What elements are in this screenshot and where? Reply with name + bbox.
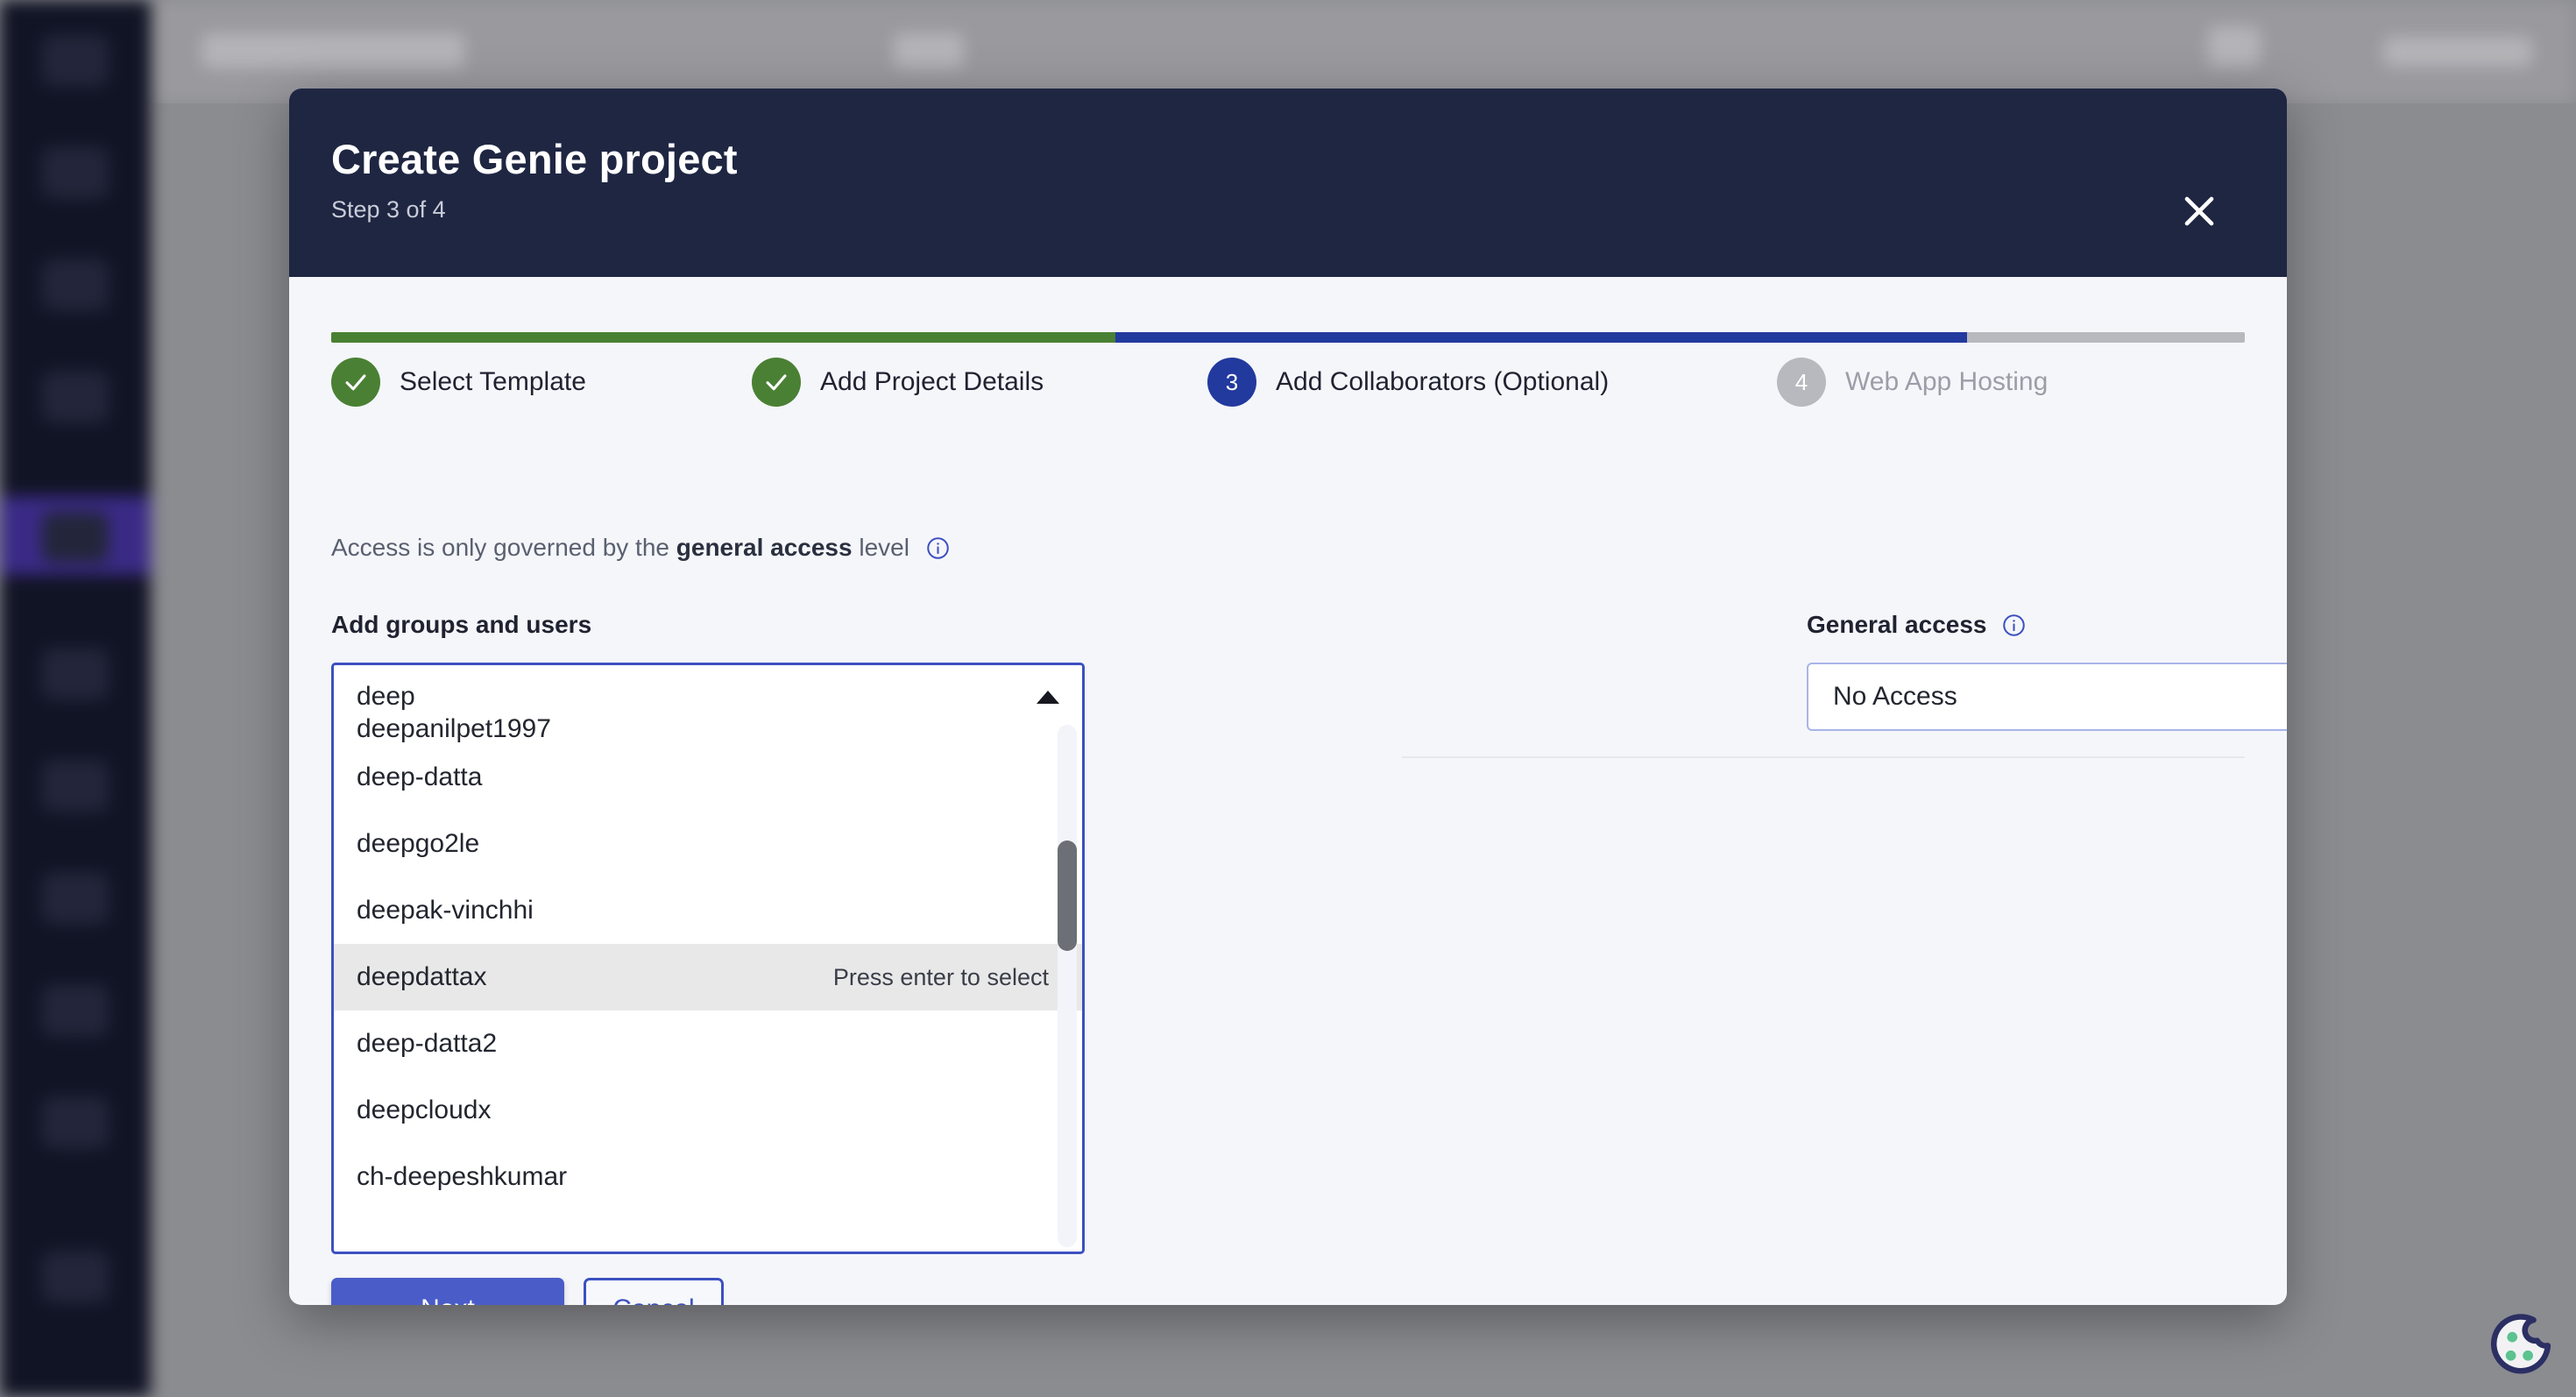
cancel-button[interactable]: Cancel <box>584 1278 724 1305</box>
close-icon <box>2175 187 2224 236</box>
create-genie-project-modal: Create Genie project Step 3 of 4 Select … <box>289 89 2287 1305</box>
step-number-badge: 3 <box>1207 358 1256 407</box>
dropdown-option[interactable]: deepdattax Press enter to select <box>334 944 1082 1011</box>
dropdown-option-label: deepcloudx <box>357 1096 492 1124</box>
dropdown-option[interactable]: deepgo2le <box>334 811 1082 877</box>
stepper-step-label: Add Collaborators (Optional) <box>1276 367 1610 396</box>
background-sidebar-icon <box>42 985 109 1036</box>
general-access-select[interactable]: No Access <box>1807 663 2287 731</box>
general-access-label-row: General access <box>1807 607 2287 642</box>
background-sidebar-icon <box>42 259 109 310</box>
background-sidebar-icon <box>42 761 109 812</box>
section-divider <box>1402 756 2245 758</box>
stepper-step-1[interactable]: Select Template <box>331 358 752 407</box>
background-sidebar-icon <box>42 873 109 924</box>
add-collaborators-field: Add groups and users deep <box>331 607 1085 731</box>
background-sidebar-icon <box>42 147 109 198</box>
background-topbar-text-blob <box>2383 37 2532 67</box>
dropdown-option-label: deepanilpet1997 <box>357 718 551 743</box>
background-sidebar-icon <box>42 35 109 86</box>
info-icon[interactable] <box>926 536 950 560</box>
background-search-blob <box>202 33 464 68</box>
background-sidebar-icon <box>42 1252 109 1302</box>
dropdown-scrollbar-thumb[interactable] <box>1058 840 1077 951</box>
progress-segment-2 <box>1115 332 1968 343</box>
check-icon <box>752 358 801 407</box>
dropdown-option-label: deep-datta2 <box>357 1029 498 1058</box>
stepper: Select Template Add Project Details 3 Add C… <box>331 332 2245 407</box>
background-topbar-icon-blob <box>2208 26 2261 67</box>
add-groups-label: Add groups and users <box>331 611 592 638</box>
background-sidebar-icon <box>42 512 109 563</box>
dropdown-option[interactable]: deepcloudx <box>334 1077 1082 1144</box>
dropdown-option[interactable]: deep-datta <box>334 744 1082 811</box>
check-icon <box>331 358 380 407</box>
dropdown-option-label: deepak-vinchhi <box>357 896 534 925</box>
modal-footer: Next Cancel <box>331 1278 724 1305</box>
cookie-settings-button[interactable] <box>2487 1313 2555 1381</box>
dropdown-option-hint: Press enter to select <box>832 963 1049 990</box>
step-indicator-text: Step 3 of 4 <box>331 196 446 223</box>
dropdown-option-label: deepdattax <box>357 962 487 991</box>
modal-header: Create Genie project Step 3 of 4 <box>289 89 2287 277</box>
progress-segment-1 <box>331 332 1116 343</box>
general-access-label: General access <box>1807 611 1987 638</box>
dropdown-option-label: deep-datta <box>357 762 483 791</box>
close-button[interactable] <box>2175 187 2224 236</box>
stepper-steps: Select Template Add Project Details 3 Add C… <box>331 358 2245 407</box>
background-sidebar-icon <box>42 649 109 699</box>
dropdown-scrollbar-track[interactable] <box>1058 725 1077 1247</box>
dropdown-items-container: deepanilpet1997 deep-datta deepgo2le deepak… <box>334 718 1082 1252</box>
stepper-step-label: Add Project Details <box>820 367 1044 396</box>
cookie-icon <box>2487 1313 2555 1381</box>
progress-segment-3 <box>1967 332 2245 343</box>
dropdown-option-label: ch-deepeshkumar <box>357 1162 568 1191</box>
search-input[interactable]: deep <box>357 682 1037 712</box>
dropdown-option[interactable]: deepanilpet1997 <box>334 718 1082 744</box>
dropdown-option[interactable]: ch-deepeshkumar <box>334 1144 1082 1210</box>
stepper-step-4[interactable]: 4 Web App Hosting <box>1777 358 2215 407</box>
stepper-step-label: Select Template <box>400 367 586 396</box>
background-sidebar-icon <box>42 372 109 422</box>
info-icon[interactable] <box>2002 613 2026 637</box>
dropdown-option[interactable]: deepak-vinchhi <box>334 877 1082 944</box>
add-groups-label-row: Add groups and users <box>331 607 1085 642</box>
chevron-up-icon[interactable] <box>1037 690 1059 704</box>
stepper-step-label: Web App Hosting <box>1845 367 2049 396</box>
background-sidebar-icon <box>42 1097 109 1148</box>
stepper-step-2[interactable]: Add Project Details <box>752 358 1207 407</box>
dropdown-option[interactable]: deep-datta2 <box>334 1011 1082 1077</box>
background-topbar-blob <box>894 33 964 68</box>
general-access-value: No Access <box>1833 682 1957 711</box>
stepper-step-3[interactable]: 3 Add Collaborators (Optional) <box>1207 358 1777 407</box>
dropdown-option-label: deepgo2le <box>357 829 480 858</box>
page-title: Create Genie project <box>331 136 738 182</box>
access-note: Access is only governed by the general a… <box>331 534 950 562</box>
background-sidebar <box>0 0 151 1397</box>
next-button[interactable]: Next <box>331 1278 564 1305</box>
progress-track <box>331 332 2245 343</box>
access-note-text: Access is only governed by the general a… <box>331 534 909 561</box>
general-access-field: General access No Access <box>1807 607 2287 731</box>
collaborators-dropdown-list[interactable]: deepanilpet1997 deep-datta deepgo2le deepak… <box>331 718 1085 1254</box>
step-number-badge: 4 <box>1777 358 1826 407</box>
